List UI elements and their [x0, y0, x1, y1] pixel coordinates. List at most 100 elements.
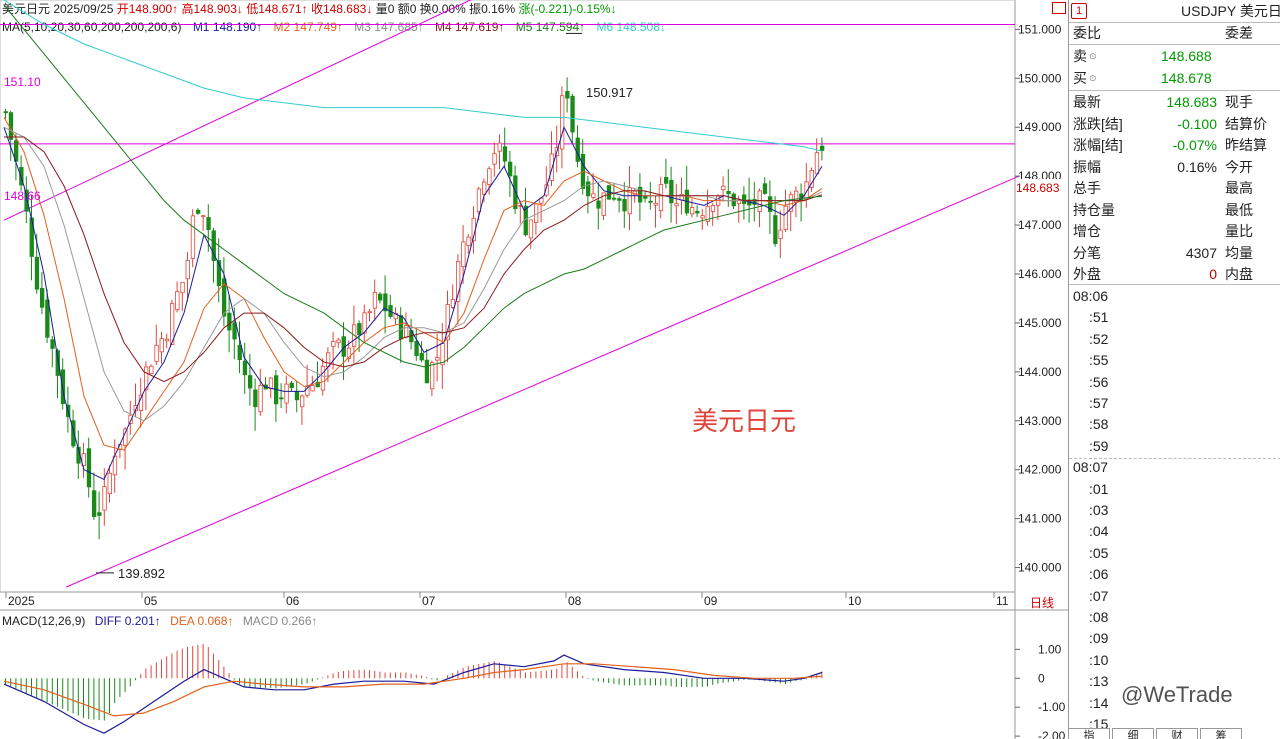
candle-body [783, 205, 788, 230]
bottom-tabs: 指细财筹板 [1068, 728, 1280, 739]
y-tick-label: 147.000 [1018, 218, 1062, 232]
tick-time: :06 [1089, 566, 1109, 583]
candle-body [206, 217, 211, 231]
y-tick-label: 142.000 [1018, 463, 1062, 477]
candle-body [690, 207, 695, 215]
macd-y-tick-label: -1.00 [1038, 700, 1066, 714]
candle-body [570, 95, 575, 133]
candle-body [320, 366, 326, 391]
quote-label: 外盘 [1073, 266, 1101, 282]
quote-row-r_out: 外盘 0 内盘 [1069, 263, 1279, 285]
tick-time: :56 [1089, 373, 1109, 390]
quote-label: 持仓量 [1073, 201, 1115, 218]
macd-y-tick-label: -2.00 [1038, 729, 1066, 739]
quote-row-r_tick: 分笔 4307 均量 [1069, 242, 1279, 264]
candle-body [247, 375, 253, 389]
quote-label: 涨幅[结] [1073, 137, 1123, 153]
candle-body [3, 111, 8, 114]
tick-time: :03 [1089, 502, 1109, 518]
candle-body [97, 512, 102, 516]
candle-body [310, 385, 315, 392]
candle-body [154, 344, 159, 362]
candle-body [227, 312, 232, 331]
quote-label-right: 现手 [1225, 94, 1253, 110]
bottom-tab[interactable]: 细 [1112, 728, 1154, 739]
price-plot-frame [0, 0, 1016, 593]
candle-body [653, 202, 658, 206]
candle-body [195, 209, 201, 214]
tick-time: :58 [1089, 416, 1109, 433]
candle-body [648, 200, 653, 203]
candle-body [679, 193, 684, 201]
candle-body [92, 490, 97, 517]
quote-label: 总手 [1073, 180, 1101, 196]
macd-dea-line [3, 663, 823, 717]
candle-body [435, 357, 440, 361]
quote-value: -0.100 [1177, 115, 1217, 132]
candle-body [50, 339, 55, 349]
candle-body [419, 352, 424, 361]
macd-label: MACD(12,26,9) [2, 614, 86, 628]
current-price-tag: 148.683 [1016, 179, 1068, 195]
period-tab[interactable]: 日线 [1020, 594, 1064, 610]
quote-label: 最新 [1073, 94, 1101, 110]
label-left-mid: 148.66 [4, 189, 41, 203]
kline-chart[interactable]: 151.000150.000149.000148.000147.000146.0… [0, 0, 1068, 739]
candle-body [367, 311, 372, 314]
tick-time: :07 [1089, 587, 1109, 604]
tick-time: 08:06 [1073, 288, 1109, 304]
x-tick-label: 07 [422, 594, 436, 608]
tick-time: :08 [1089, 609, 1109, 625]
candle-body [331, 341, 336, 347]
candle-body [34, 256, 40, 290]
candle-body [757, 190, 762, 212]
candle-body [86, 448, 92, 488]
candle-body [492, 153, 497, 165]
candle-body [617, 198, 622, 201]
tick-time: :10 [1089, 651, 1109, 668]
quote-label-right: 内盘 [1225, 266, 1253, 282]
candle-body [175, 291, 180, 311]
tick-time: :05 [1089, 544, 1109, 561]
quote-row-r_latest: 最新 148.683 现手 [1069, 91, 1279, 113]
candle-body [622, 199, 627, 212]
candle-body [762, 183, 768, 194]
quote-value: 0.16% [1177, 158, 1217, 175]
candle-body [658, 184, 664, 212]
candle-body [710, 205, 716, 212]
candle-body [778, 229, 783, 239]
candle-body [294, 390, 300, 401]
tick-time: :52 [1089, 330, 1109, 347]
quote-label: 振幅 [1073, 158, 1101, 175]
macd-legend: MACD(12,26,9) DIFF 0.201↑ DEA 0.068↑ MAC… [2, 614, 318, 628]
bottom-tab[interactable]: 筹 [1200, 728, 1242, 739]
candle-body [700, 215, 705, 219]
quote-row-r_add: 增仓 量比 [1069, 220, 1279, 242]
bottom-tab[interactable]: 指 [1068, 728, 1110, 739]
badge-icon[interactable]: 1 [1071, 3, 1087, 19]
tick-time: :57 [1089, 395, 1109, 411]
quote-value: -0.07% [1172, 137, 1217, 153]
buy-price: 148.678 [1161, 70, 1212, 86]
ma-line-m6 [3, 0, 823, 152]
quote-value: 148.683 [1166, 94, 1217, 110]
tick-time: :09 [1089, 630, 1109, 647]
candle-body [596, 200, 601, 209]
candle-body [742, 194, 747, 204]
y-tick-label: 145.000 [1018, 316, 1062, 330]
candle-body [372, 292, 378, 309]
x-tick-label: 2025 [8, 594, 35, 608]
bottom-tab[interactable]: 财 [1156, 728, 1198, 739]
ma-line-m4 [4, 136, 823, 383]
y-tick-label: 141.000 [1018, 512, 1062, 526]
quote-label-right: 最低 [1225, 201, 1253, 218]
candle-body [560, 95, 565, 150]
candle-body [190, 215, 196, 259]
candle-body [549, 153, 554, 181]
trend-line [65, 175, 1020, 588]
quote-title-row: 1 USDJPY 美元日元 [1069, 0, 1280, 22]
candle-body [586, 181, 591, 197]
ma-line-m2 [3, 117, 823, 451]
candle-body [721, 185, 726, 190]
candle-body [289, 382, 294, 389]
